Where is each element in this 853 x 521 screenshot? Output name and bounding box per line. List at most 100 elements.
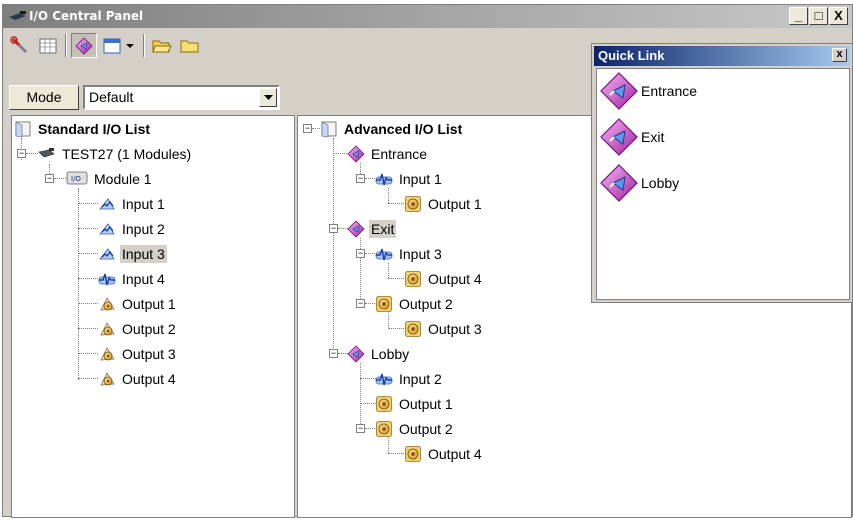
output-icon xyxy=(404,270,422,288)
tree-item-label: Output 4 xyxy=(428,446,482,462)
output-icon xyxy=(98,370,116,388)
quick-link-title-bar[interactable]: Quick Link x xyxy=(594,46,850,66)
quick-link-icon xyxy=(599,117,639,157)
window-button[interactable] xyxy=(99,33,125,58)
tree-item-input-1[interactable]: Input 1 xyxy=(375,168,444,190)
quick-link-lobby[interactable]: Lobby xyxy=(599,163,679,203)
quick-link-label: Exit xyxy=(641,129,665,145)
tree-item-label: Input 1 xyxy=(122,196,165,212)
output-icon xyxy=(404,195,422,213)
collapse-toggle[interactable]: − xyxy=(356,299,365,308)
list-icon xyxy=(14,120,32,138)
tree-item-input-2[interactable]: Input 2 xyxy=(98,218,167,240)
quick-link-icon xyxy=(599,163,639,203)
tree-item-output-3[interactable]: Output 3 xyxy=(98,343,178,365)
group-icon xyxy=(347,145,365,163)
tree-item-output-4[interactable]: Output 4 xyxy=(98,368,178,390)
window-title: I/O Central Panel xyxy=(29,9,144,23)
tree-item-label: Output 4 xyxy=(428,271,482,287)
maximize-button[interactable]: □ xyxy=(809,7,828,25)
quick-link-entrance[interactable]: Entrance xyxy=(599,71,697,111)
tree-group-lobby[interactable]: Lobby xyxy=(347,343,411,365)
tree-item-output-2[interactable]: Output 2 xyxy=(98,318,178,340)
collapse-toggle[interactable]: − xyxy=(329,349,338,358)
window-dropdown-button[interactable] xyxy=(123,33,137,58)
input-signal-icon xyxy=(98,270,116,288)
toolbar-separator xyxy=(65,34,67,57)
tree-item-output-2[interactable]: Output 2 xyxy=(375,293,455,315)
tree-item-input-3[interactable]: Input 3 xyxy=(98,243,167,265)
output-icon xyxy=(404,320,422,338)
tree-item-input-3[interactable]: Input 3 xyxy=(375,243,444,265)
folder-icon xyxy=(180,40,199,52)
collapse-toggle[interactable]: − xyxy=(329,224,338,233)
output-icon xyxy=(98,345,116,363)
tree-item-input-1[interactable]: Input 1 xyxy=(98,193,167,215)
tree-item-input-4[interactable]: Input 4 xyxy=(98,268,167,290)
tree-item-output-2[interactable]: Output 2 xyxy=(375,418,455,440)
module-icon xyxy=(66,170,88,188)
tree-group-entrance[interactable]: Entrance xyxy=(347,143,429,165)
collapse-toggle[interactable]: − xyxy=(303,124,312,133)
group-icon xyxy=(347,220,365,238)
quick-link-list: Entrance Exit Lobby xyxy=(596,68,850,300)
tree-item-output-4[interactable]: Output 4 xyxy=(404,268,484,290)
minimize-button[interactable]: _ xyxy=(789,7,808,25)
tree-item-output-1[interactable]: Output 1 xyxy=(404,193,484,215)
io-list-button[interactable] xyxy=(71,33,97,58)
output-icon xyxy=(404,445,422,463)
group-label: Entrance xyxy=(371,146,428,162)
collapse-toggle[interactable]: − xyxy=(356,424,365,433)
tree-group-exit[interactable]: Exit xyxy=(347,218,397,240)
output-icon xyxy=(98,295,116,313)
mode-select[interactable]: Default xyxy=(83,85,280,110)
tree-node-module[interactable]: Module 1 xyxy=(66,168,154,190)
close-button[interactable]: X xyxy=(829,7,848,25)
quick-link-icon xyxy=(599,71,639,111)
input-icon xyxy=(98,195,116,213)
mode-select-arrow[interactable] xyxy=(259,88,277,107)
tree-item-label: Output 3 xyxy=(122,346,176,362)
tree-item-label-selected: Input 3 xyxy=(120,245,167,263)
device-label: TEST27 (1 Modules) xyxy=(62,146,192,162)
quick-link-close-button[interactable]: x xyxy=(832,48,847,62)
folder-button[interactable] xyxy=(177,33,203,58)
tree-root-standard[interactable]: Standard I/O List xyxy=(14,118,152,140)
tree-root-label: Advanced I/O List xyxy=(344,121,463,137)
open-folder-button[interactable] xyxy=(149,33,175,58)
tree-item-input-2[interactable]: Input 2 xyxy=(375,368,444,390)
tree-root-advanced[interactable]: Advanced I/O List xyxy=(320,118,464,140)
quick-link-exit[interactable]: Exit xyxy=(599,117,664,157)
toolbar xyxy=(3,29,591,61)
wrench-icon xyxy=(10,35,28,53)
group-label: Lobby xyxy=(371,346,410,362)
output-icon xyxy=(98,320,116,338)
tree-item-label: Input 1 xyxy=(399,171,442,187)
open-folder-icon xyxy=(152,40,172,52)
collapse-toggle[interactable]: − xyxy=(17,149,26,158)
standard-io-tree[interactable]: − − Standard I/O List TEST27 (1 Modules)… xyxy=(11,115,295,518)
group-icon xyxy=(347,345,365,363)
collapse-toggle[interactable]: − xyxy=(356,249,365,258)
output-icon xyxy=(375,420,393,438)
chevron-down-icon xyxy=(263,94,273,100)
tree-root-label: Standard I/O List xyxy=(38,121,151,137)
tree-item-output-4[interactable]: Output 4 xyxy=(404,443,484,465)
input-signal-icon xyxy=(375,170,393,188)
title-bar[interactable]: I/O Central Panel _ □ X xyxy=(3,5,852,28)
quick-link-title: Quick Link xyxy=(598,48,665,63)
tree-node-device[interactable]: TEST27 (1 Modules) xyxy=(38,143,193,165)
collapse-toggle[interactable]: − xyxy=(356,174,365,183)
settings-button[interactable] xyxy=(7,33,33,58)
table-view-button[interactable] xyxy=(35,33,61,58)
module-label: Module 1 xyxy=(94,171,152,187)
mode-button[interactable]: Mode xyxy=(9,85,79,110)
tree-item-output-1[interactable]: Output 1 xyxy=(375,393,455,415)
collapse-toggle[interactable]: − xyxy=(45,174,54,183)
tree-item-output-3[interactable]: Output 3 xyxy=(404,318,484,340)
tree-item-label: Output 1 xyxy=(428,196,482,212)
tree-item-label: Output 2 xyxy=(399,421,453,437)
tree-item-output-1[interactable]: Output 1 xyxy=(98,293,178,315)
mode-row: Mode Default xyxy=(3,83,591,113)
dropdown-arrow-icon xyxy=(126,43,134,48)
